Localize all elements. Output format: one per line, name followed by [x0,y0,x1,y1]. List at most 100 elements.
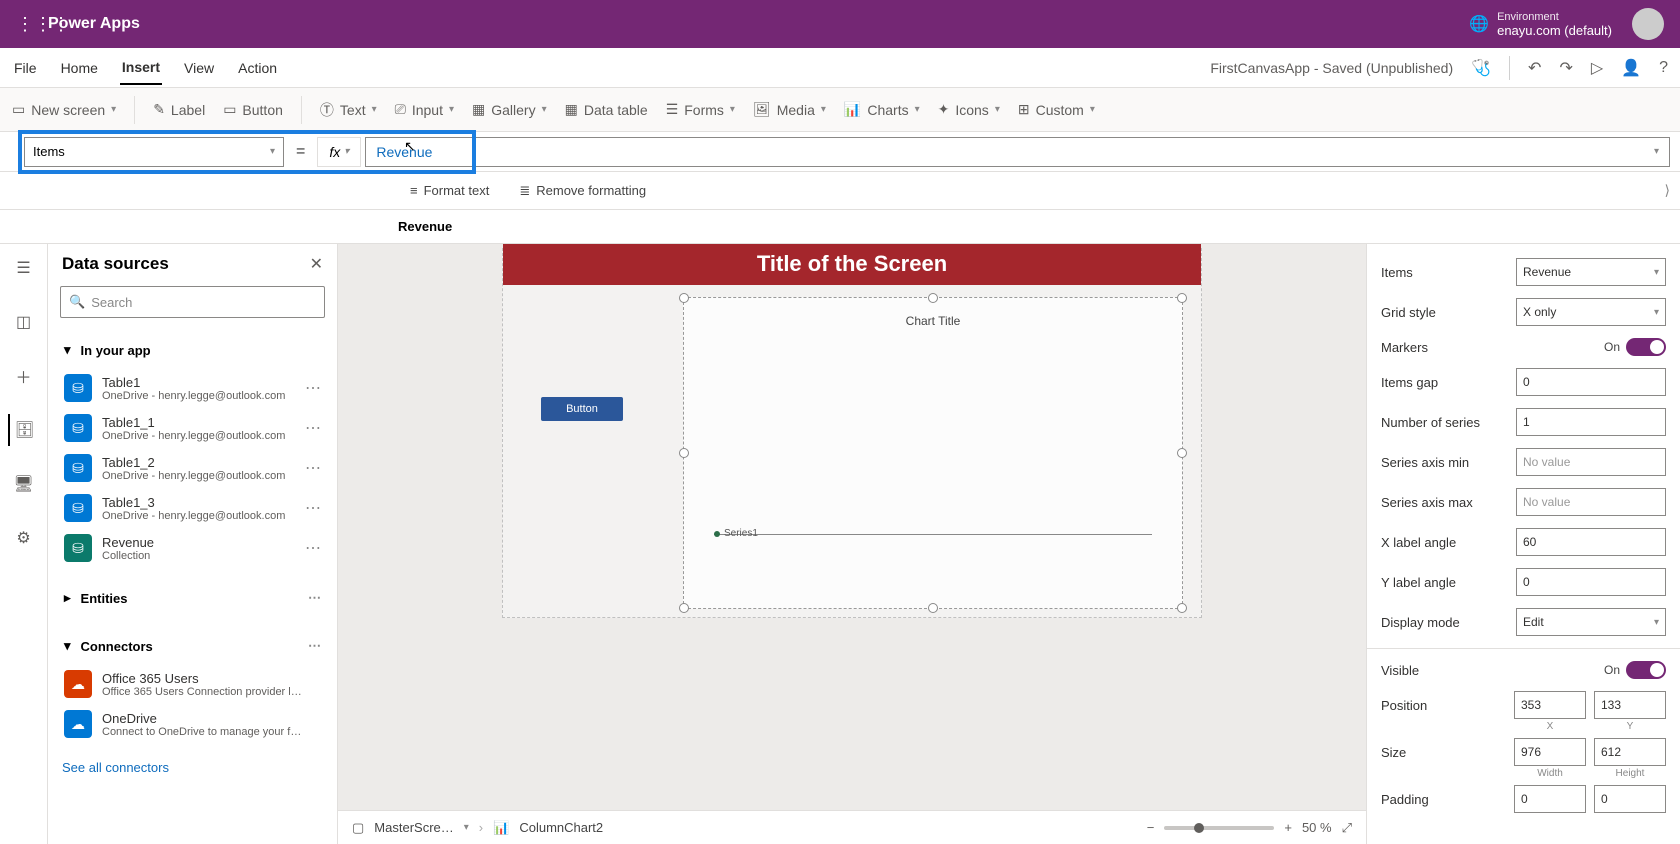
chevron-down-icon: ▾ [64,638,71,654]
tab-view[interactable]: View [182,52,216,84]
tab-insert[interactable]: Insert [120,51,162,85]
breadcrumb-screen[interactable]: MasterScre… [374,820,453,835]
zoom-in-icon[interactable]: + [1284,820,1292,835]
prop-numseries-input[interactable]: 1 [1516,408,1666,436]
more-icon[interactable]: ⋯ [308,638,321,654]
waffle-icon[interactable]: ⋮⋮⋮ [16,14,48,35]
prop-visible-toggle[interactable] [1626,661,1666,679]
property-selector[interactable]: Items ▾ [24,137,284,167]
resize-handle[interactable] [1177,603,1187,613]
button-control[interactable]: Button [541,397,623,421]
prop-gridstyle-select[interactable]: X only▾ [1516,298,1666,326]
prop-displaymode-select[interactable]: Edit▾ [1516,608,1666,636]
app-checker-icon[interactable]: 🩺 [1471,58,1491,78]
zoom-out-icon[interactable]: − [1147,820,1155,835]
button-button[interactable]: ▭Button [223,101,283,118]
tab-home[interactable]: Home [59,52,100,84]
prop-position-y[interactable]: 133 [1594,691,1666,719]
environment-picker[interactable]: 🌐 Environment enayu.com (default) [1469,11,1612,38]
gallery-menu[interactable]: ▦Gallery▾ [472,101,547,118]
data-table-button[interactable]: ▦Data table [565,101,648,118]
input-menu[interactable]: ⎚Input▾ [395,101,454,118]
media-rail-icon[interactable]: 🖥 [8,468,40,500]
resize-handle[interactable] [679,293,689,303]
more-icon[interactable]: ⋯ [305,538,321,558]
connector-item[interactable]: ☁ Office 365 Users Office 365 Users Conn… [60,664,325,704]
prop-yangle-input[interactable]: 0 [1516,568,1666,596]
more-icon[interactable]: ⋯ [305,498,321,518]
resize-handle[interactable] [679,448,689,458]
search-input[interactable]: 🔍 Search [60,286,325,318]
breadcrumb-control[interactable]: ColumnChart2 [519,820,603,835]
data-source-item[interactable]: ⛁ Revenue Collection ⋯ [60,528,325,568]
data-source-item[interactable]: ⛁ Table1_3 OneDrive - henry.legge@outloo… [60,488,325,528]
section-connectors[interactable]: ▾ Connectors ⋯ [60,628,325,664]
tab-file[interactable]: File [12,52,39,84]
redo-icon[interactable]: ↷ [1559,58,1572,78]
play-icon[interactable]: ▷ [1591,58,1603,78]
add-icon[interactable]: ＋ [8,360,40,392]
forms-menu[interactable]: ☰Forms▾ [666,101,735,118]
prop-gridstyle-label: Grid style [1381,305,1436,320]
data-source-item[interactable]: ⛁ Table1_2 OneDrive - henry.legge@outloo… [60,448,325,488]
charts-menu[interactable]: 📊Charts▾ [844,101,920,118]
fx-button[interactable]: fx▾ [317,137,361,167]
prop-position-x[interactable]: 353 [1514,691,1586,719]
formula-input[interactable]: Revenue ▾ [365,137,1670,167]
tree-view-icon[interactable]: ☰ [8,252,40,284]
data-source-item[interactable]: ⛁ Table1 OneDrive - henry.legge@outlook.… [60,368,325,408]
custom-menu[interactable]: ⊞Custom▾ [1018,101,1095,118]
resize-handle[interactable] [1177,293,1187,303]
fit-icon[interactable]: ⤢ [1342,820,1352,836]
icons-menu[interactable]: ✦Icons▾ [938,101,1000,118]
more-icon[interactable]: ⋯ [308,590,321,606]
more-icon[interactable]: ⋯ [305,418,321,438]
prop-padding-l[interactable]: 0 [1514,785,1586,813]
canvas-stage[interactable]: Title of the Screen Button Chart Title S… [338,244,1366,810]
resize-handle[interactable] [928,293,938,303]
more-icon[interactable]: ⋯ [305,458,321,478]
remove-formatting-button[interactable]: ≣Remove formatting [519,183,646,199]
zoom-slider[interactable] [1164,826,1274,830]
label-button[interactable]: ✎Label [153,101,205,118]
prop-size-w[interactable]: 976 [1514,738,1586,766]
undo-icon[interactable]: ↶ [1528,58,1541,78]
advanced-tools-icon[interactable]: ⚙ [8,522,40,554]
intellisense-token[interactable]: Revenue [398,219,452,234]
resize-handle[interactable] [1177,448,1187,458]
prop-itemsgap-input[interactable]: 0 [1516,368,1666,396]
data-source-item[interactable]: ⛁ Table1_1 OneDrive - henry.legge@outloo… [60,408,325,448]
connector-item[interactable]: ☁ OneDrive Connect to OneDrive to manage… [60,704,325,744]
prop-axismax-input[interactable]: No value [1516,488,1666,516]
tab-action[interactable]: Action [236,52,279,84]
format-text-button[interactable]: ≡Format text [410,183,489,198]
prop-size-h[interactable]: 612 [1594,738,1666,766]
prop-axismin-input[interactable]: No value [1516,448,1666,476]
see-all-connectors-link[interactable]: See all connectors [48,750,337,785]
prop-xangle-input[interactable]: 60 [1516,528,1666,556]
insert-pane-icon[interactable]: ◫ [8,306,40,338]
help-icon[interactable]: ? [1659,59,1668,77]
prop-padding-r[interactable]: 0 [1594,785,1666,813]
prop-position-label: Position [1381,698,1427,713]
share-icon[interactable]: 👤 [1621,58,1641,78]
chart-control[interactable]: Chart Title Series1 [683,297,1183,609]
screen-frame[interactable]: Title of the Screen Button Chart Title S… [502,248,1202,618]
avatar[interactable] [1632,8,1664,40]
prop-markers-toggle[interactable] [1626,338,1666,356]
media-menu[interactable]: 🖼Media▾ [753,101,826,118]
more-icon[interactable]: ⋯ [305,378,321,398]
close-icon[interactable]: ✕ [310,254,323,274]
new-screen-button[interactable]: ▭New screen▾ [12,101,116,118]
text-menu[interactable]: ⓉText▾ [320,100,377,120]
section-in-your-app[interactable]: ▾ In your app [60,332,325,368]
datasource-icon: ⛁ [64,534,92,562]
ds-name: Table1_1 [102,415,285,430]
data-icon[interactable]: 🗄 [8,414,40,446]
resize-handle[interactable] [679,603,689,613]
prop-items-select[interactable]: Revenue▾ [1516,258,1666,286]
resize-handle[interactable] [928,603,938,613]
section-entities[interactable]: ▸ Entities ⋯ [60,580,325,616]
chevron-down-icon[interactable]: ▾ [464,822,469,833]
expand-icon[interactable]: ⟩ [1665,182,1670,199]
